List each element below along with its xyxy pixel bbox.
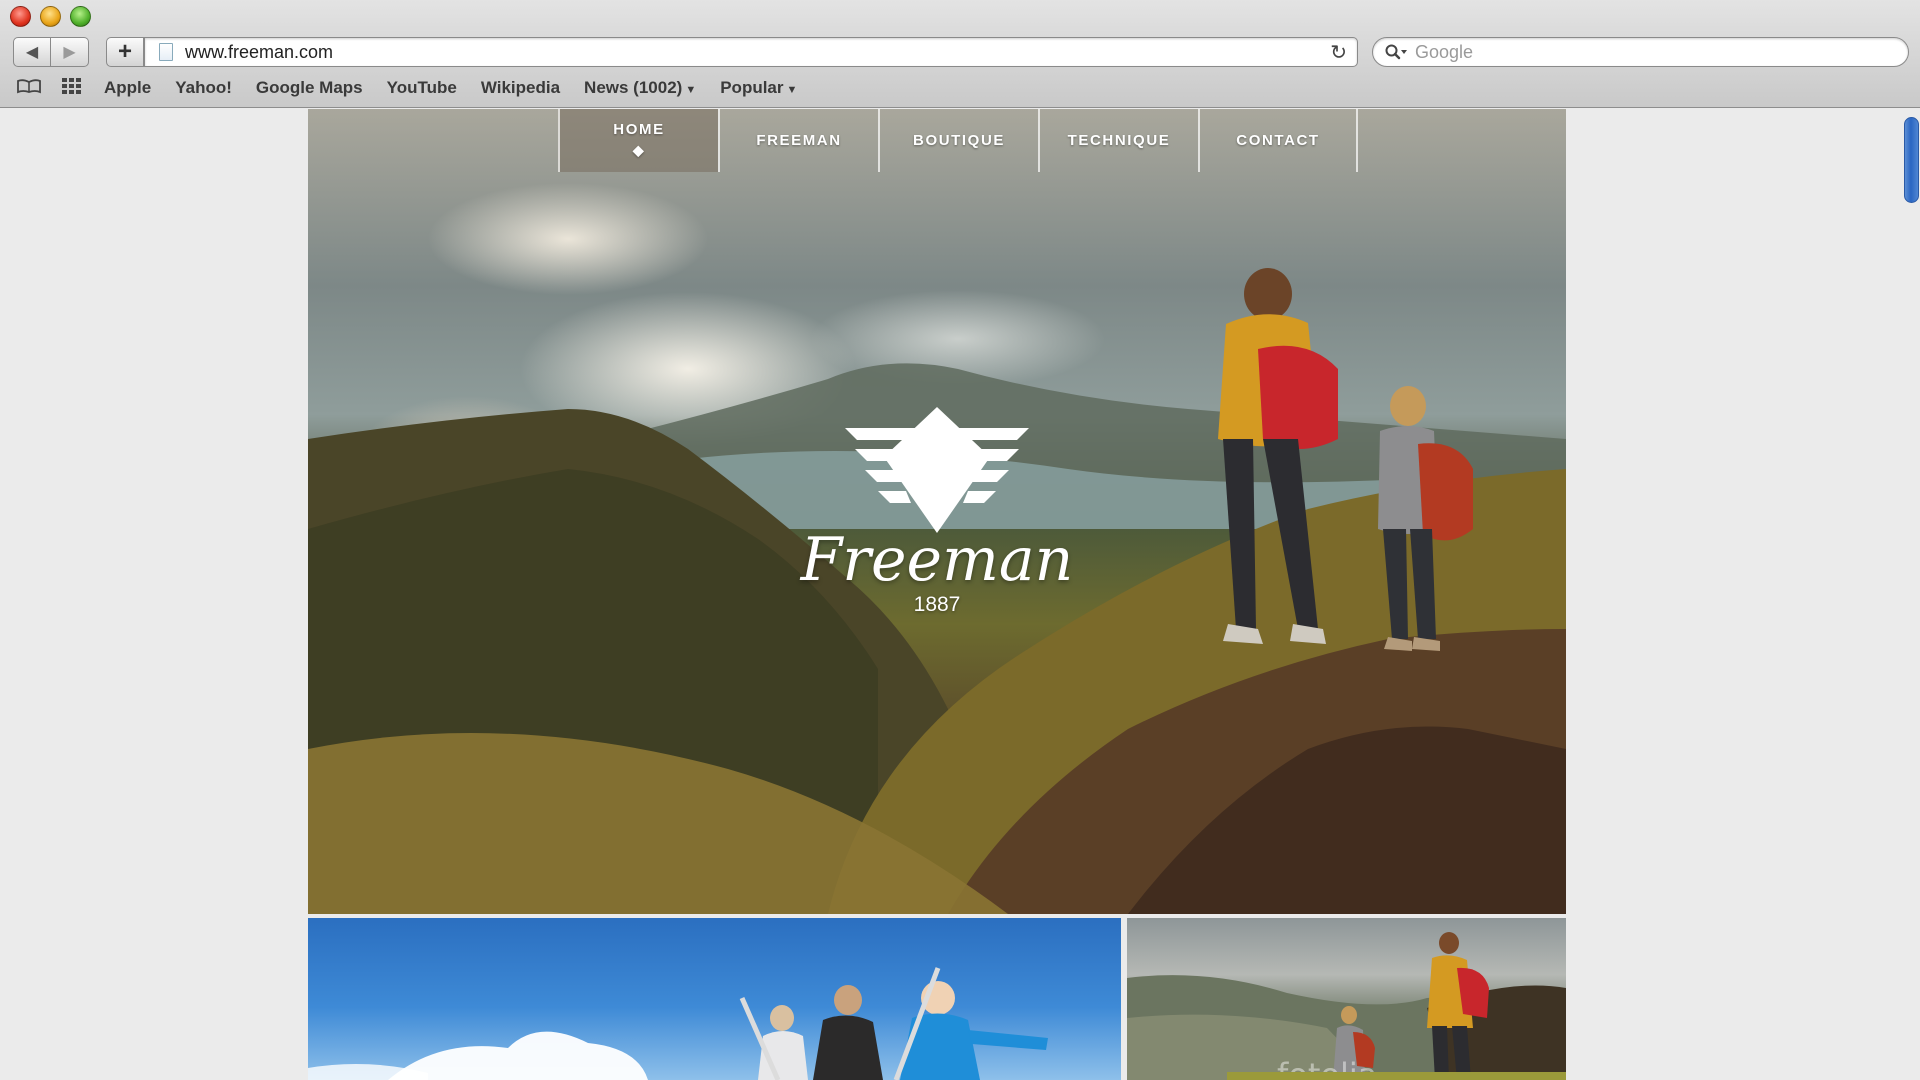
close-window-button[interactable] bbox=[10, 6, 31, 27]
bookmark-google-maps[interactable]: Google Maps bbox=[256, 78, 363, 98]
chevron-down-icon: ▼ bbox=[685, 84, 697, 96]
forward-button[interactable]: ▶ bbox=[51, 37, 89, 67]
nav-boutique[interactable]: BOUTIQUE bbox=[878, 109, 1038, 172]
hero-landscape-illustration bbox=[308, 268, 1566, 914]
nav-contact[interactable]: CONTACT bbox=[1198, 109, 1358, 172]
history-nav: ◀ ▶ bbox=[13, 37, 89, 67]
hero-image: HOME ◆ FREEMAN BOUTIQUE TECHNIQUE CONTAC… bbox=[308, 109, 1566, 914]
nav-technique-label: TECHNIQUE bbox=[1067, 132, 1171, 149]
scrollbar-thumb[interactable] bbox=[1904, 117, 1919, 203]
nav-boutique-label: BOUTIQUE bbox=[913, 132, 1005, 149]
bookmark-yahoo[interactable]: Yahoo! bbox=[175, 78, 232, 98]
brand-year: 1887 bbox=[913, 593, 961, 616]
reload-icon[interactable]: ↻ bbox=[1330, 40, 1347, 65]
freeman-website: HOME ◆ FREEMAN BOUTIQUE TECHNIQUE CONTAC… bbox=[308, 109, 1566, 1080]
nav-technique[interactable]: TECHNIQUE bbox=[1038, 109, 1198, 172]
plus-icon: + bbox=[117, 38, 132, 65]
chevron-down-icon: ▼ bbox=[786, 84, 798, 96]
reading-list-icon[interactable] bbox=[16, 78, 42, 99]
search-field[interactable] bbox=[1372, 37, 1909, 67]
nav-home-label: HOME bbox=[613, 121, 665, 138]
bookmark-news-folder[interactable]: News (1002) ▼ bbox=[584, 78, 696, 98]
bookmark-news-label: News (1002) bbox=[584, 78, 683, 97]
browser-toolbar: ◀ ▶ + www.freeman.com ↻ Google Apple Yah… bbox=[0, 0, 1920, 108]
back-arrow-icon: ◀ bbox=[25, 44, 39, 61]
search-input[interactable] bbox=[1415, 41, 1908, 63]
zoom-window-button[interactable] bbox=[70, 6, 91, 27]
bookmark-popular-label: Popular bbox=[720, 78, 784, 97]
minimize-window-button[interactable] bbox=[40, 6, 61, 27]
add-bookmark-button[interactable]: + bbox=[106, 37, 144, 67]
bookmark-wikipedia[interactable]: Wikipedia bbox=[481, 78, 560, 98]
ski-scene-illustration bbox=[308, 967, 1048, 1080]
search-icon[interactable] bbox=[1385, 44, 1407, 60]
photo-caption-bar bbox=[1227, 1072, 1566, 1080]
page-icon bbox=[159, 43, 173, 61]
ski-group-photo[interactable] bbox=[308, 918, 1121, 1080]
address-bar[interactable]: www.freeman.com ↻ bbox=[144, 37, 1358, 67]
nav-freeman-label: FREEMAN bbox=[756, 132, 842, 149]
bookmark-popular-folder[interactable]: Popular ▼ bbox=[720, 78, 797, 98]
top-sites-grid-icon[interactable] bbox=[62, 77, 84, 99]
nav-freeman[interactable]: FREEMAN bbox=[718, 109, 878, 172]
diamond-icon: ◆ bbox=[632, 142, 646, 158]
bookmarks-bar: Apple Yahoo! Google Maps YouTube Wikiped… bbox=[16, 76, 821, 100]
main-navigation: HOME ◆ FREEMAN BOUTIQUE TECHNIQUE CONTAC… bbox=[558, 109, 1358, 172]
bookmark-youtube[interactable]: YouTube bbox=[387, 78, 457, 98]
brand-name: Freeman bbox=[800, 525, 1074, 595]
back-button[interactable]: ◀ bbox=[13, 37, 51, 67]
vertical-scrollbar[interactable] bbox=[1903, 109, 1920, 1080]
hikers-photo[interactable]: fotolia bbox=[1127, 918, 1566, 1080]
nav-home[interactable]: HOME ◆ bbox=[558, 109, 718, 172]
url-text[interactable]: www.freeman.com bbox=[185, 42, 1330, 63]
window-controls bbox=[10, 6, 91, 27]
bookmark-apple[interactable]: Apple bbox=[104, 78, 151, 98]
nav-contact-label: CONTACT bbox=[1236, 132, 1320, 149]
page-viewport: HOME ◆ FREEMAN BOUTIQUE TECHNIQUE CONTAC… bbox=[0, 109, 1920, 1080]
forward-arrow-icon: ▶ bbox=[63, 44, 76, 61]
